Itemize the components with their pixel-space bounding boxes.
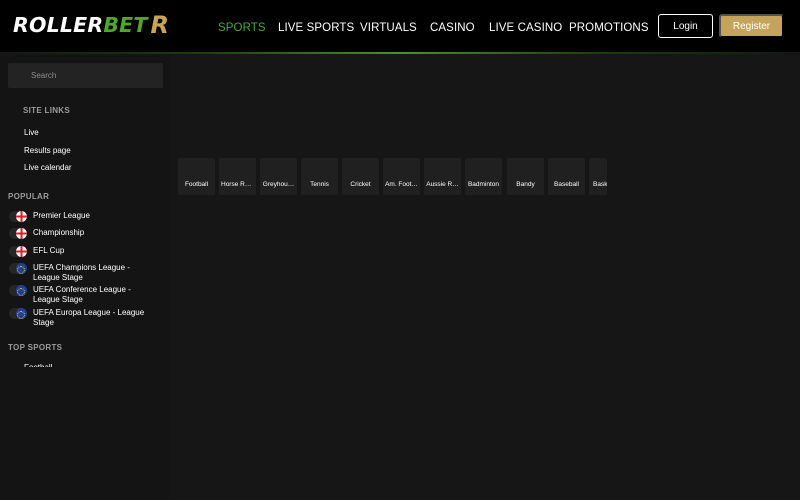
sport-tile-baseball[interactable]: Baseball [548,158,585,195]
sport-tile-football[interactable]: Football [178,158,215,195]
site-links-title: SITE LINKS [23,106,71,115]
search-input[interactable] [8,63,163,88]
top-sports-title: TOP SPORTS [8,343,63,352]
popular-item-label: UEFA Europa League - League Stage [33,308,145,327]
sport-tile-label: Horse Ra… [221,181,255,188]
popular-item-premier-league[interactable]: Premier League [9,211,164,222]
rollerbet-logo[interactable]: ROLLER BET R [13,10,169,40]
sport-tile-greyhounds[interactable]: Greyhou… [260,158,297,195]
popular-title: POPULAR [8,192,50,201]
popular-item-uefa-conference-league[interactable]: UEFA Conference League - League Stage [9,285,164,305]
site-link-live-calendar[interactable]: Live calendar [24,163,72,172]
top-header: ROLLER BET R SPORTS LIVE SPORTS VIRTUALS C… [0,0,800,52]
nav-virtuals[interactable]: VIRTUALS [360,22,417,34]
nav-promotions[interactable]: PROMOTIONS [569,22,649,34]
nav-sports[interactable]: SPORTS [218,22,266,34]
popular-item-label: Championship [33,228,85,237]
england-flag-icon [9,211,27,222]
sport-tile-label: Badminton [467,181,500,188]
popular-item-label: UEFA Champions League - League Stage [33,263,130,282]
sport-tile-label: Baseball [554,181,579,188]
sidebar: SITE LINKS Live Results page Live calend… [0,54,170,500]
sport-tile-label: Aussie R… [426,181,459,188]
sport-tile-label: Am. Foot… [385,181,418,188]
top-sport-football[interactable]: Football [24,363,52,367]
england-flag-icon [9,246,27,257]
sport-tile-label: Football [184,181,209,188]
sport-tile-label: Bask [593,181,607,188]
popular-item-label: UEFA Conference League - League Stage [33,285,131,304]
logo-accent-text: BET [103,13,148,37]
sport-tile-bandy[interactable]: Bandy [507,158,544,195]
main-content: Football Horse Ra… Greyhou… Tennis Crick… [170,54,800,500]
sport-tile-basketball[interactable]: Bask [589,158,607,195]
nav-live-casino[interactable]: LIVE CASINO [489,22,562,34]
europe-flag-icon [9,285,27,296]
sport-tile-label: Tennis [310,181,329,188]
sport-tile-tennis[interactable]: Tennis [301,158,338,195]
sport-tile-badminton[interactable]: Badminton [465,158,502,195]
popular-item-championship[interactable]: Championship [9,228,164,239]
popular-item-label: Premier League [33,211,90,220]
popular-item-uefa-champions-league[interactable]: UEFA Champions League - League Stage [9,263,164,283]
nav-live-sports[interactable]: LIVE SPORTS [278,22,354,34]
sport-tile-label: Bandy [516,181,535,188]
site-link-results-page[interactable]: Results page [24,146,71,155]
europe-flag-icon [9,263,27,274]
sport-tile-aussie-rules[interactable]: Aussie R… [424,158,461,195]
sport-tile-label: Greyhou… [262,181,295,188]
england-flag-icon [9,228,27,239]
logo-mark-icon: R [150,11,170,39]
nav-casino[interactable]: CASINO [430,22,475,34]
europe-flag-icon [9,308,27,319]
login-button[interactable]: Login [658,14,713,38]
popular-item-uefa-europa-league[interactable]: UEFA Europa League - League Stage [9,308,164,328]
sport-tile-cricket[interactable]: Cricket [342,158,379,195]
popular-item-efl-cup[interactable]: EFL Cup [9,246,164,257]
sport-tile-horse-racing[interactable]: Horse Ra… [219,158,256,195]
sport-tile-label: Cricket [350,181,371,188]
site-link-live[interactable]: Live [24,128,39,137]
logo-text: ROLLER [13,13,104,37]
popular-item-label: EFL Cup [33,246,65,255]
sport-tile-american-football[interactable]: Am. Foot… [383,158,420,195]
register-button[interactable]: Register [719,14,784,38]
